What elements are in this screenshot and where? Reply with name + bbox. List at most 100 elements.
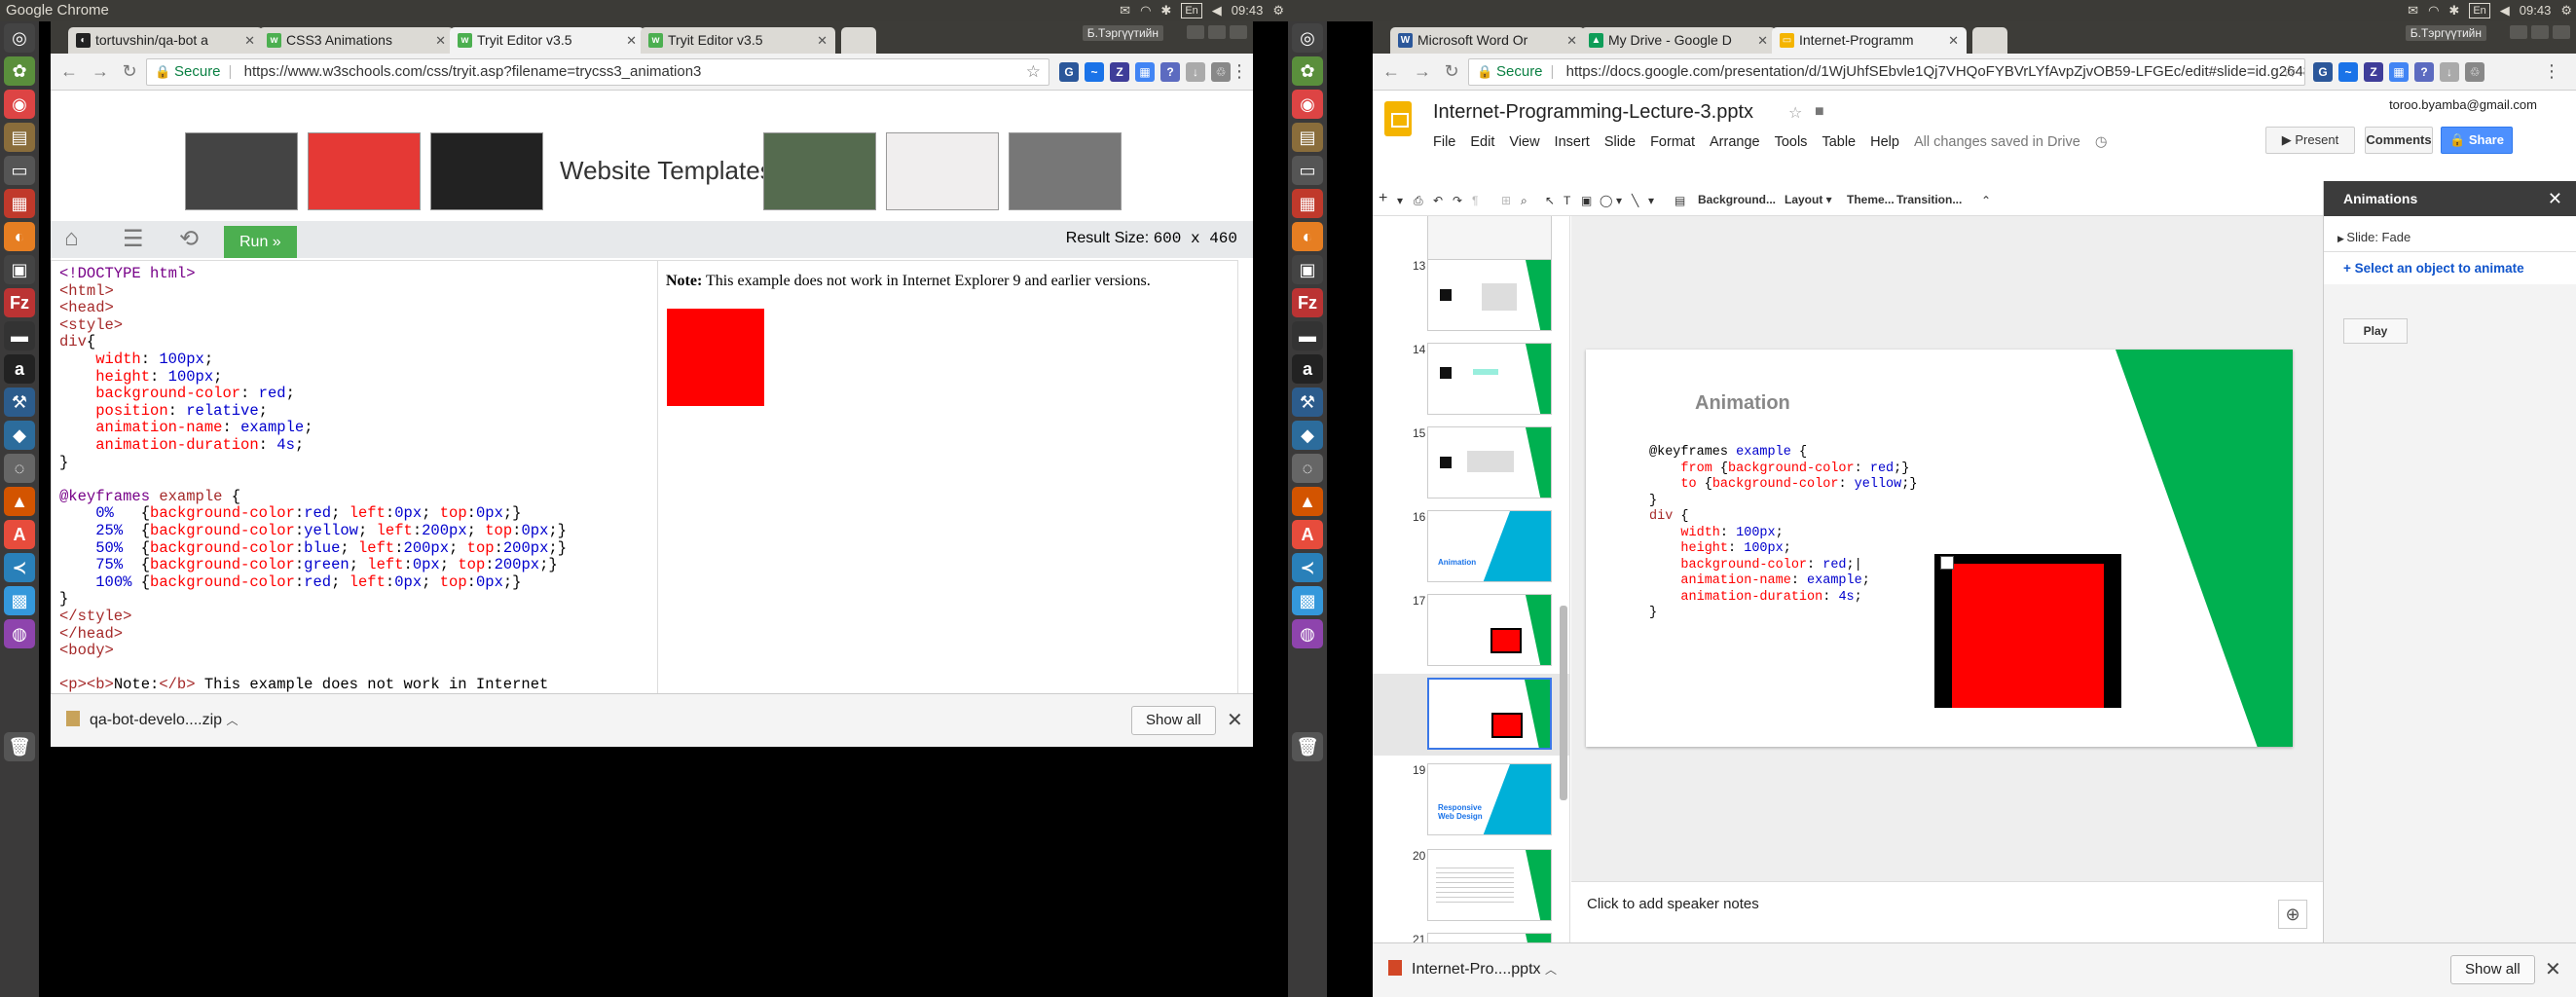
- close-icon[interactable]: ✕: [244, 27, 255, 54]
- show-all-button[interactable]: Show all: [1131, 706, 1216, 735]
- undo-icon[interactable]: ↶: [1433, 194, 1443, 207]
- console-icon[interactable]: ▬: [4, 321, 35, 351]
- user-profile-chip[interactable]: Б.Тэргүүтийн: [2405, 25, 2486, 41]
- code-editor[interactable]: <!DOCTYPE html> <html> <head> <style> div{ w…: [51, 260, 681, 710]
- code-line[interactable]: 25% {background-color:yellow; left:200px…: [59, 522, 567, 539]
- menu-slide[interactable]: Slide: [1604, 134, 1636, 150]
- close-icon[interactable]: ✕: [626, 27, 637, 54]
- trash-icon[interactable]: 🗑: [1292, 732, 1323, 761]
- slide-thumbnail-20[interactable]: [1427, 849, 1552, 921]
- text-box-icon[interactable]: T: [1564, 194, 1570, 207]
- mail-icon[interactable]: ✉: [2408, 0, 2418, 21]
- code-line[interactable]: }: [1649, 606, 1657, 620]
- gray-app-icon[interactable]: ◌: [4, 454, 35, 483]
- video-control-icon[interactable]: [1940, 556, 1954, 570]
- help-extension-icon[interactable]: ?: [1160, 62, 1180, 82]
- settings-gear-icon[interactable]: ⚙: [1272, 0, 1284, 21]
- redo-icon[interactable]: ↷: [1453, 194, 1462, 207]
- code-line[interactable]: animation-name: example;: [1649, 573, 1869, 588]
- minimize-button[interactable]: [1187, 25, 1204, 39]
- share-button[interactable]: 🔒 Share: [2441, 127, 2513, 154]
- code-line[interactable]: width: 100px;: [1649, 526, 1783, 540]
- address-bar[interactable]: 🔒 Secure | https://docs.google.com/presen…: [1468, 58, 2305, 86]
- template-thumbnail[interactable]: [763, 132, 876, 210]
- editor-icon[interactable]: ◆: [4, 421, 35, 450]
- firefox-icon[interactable]: ◐: [1292, 222, 1323, 251]
- theme-button[interactable]: Theme...: [1847, 193, 1895, 206]
- code-line[interactable]: animation-name: example;: [59, 419, 313, 436]
- select-object-link[interactable]: + Select an object to animate: [2343, 261, 2524, 276]
- minimize-button[interactable]: [2510, 25, 2527, 39]
- present-button[interactable]: ▶ Present: [2265, 127, 2355, 154]
- amazon-icon[interactable]: a: [1292, 354, 1323, 384]
- code-line[interactable]: div{: [59, 333, 95, 351]
- menu-edit[interactable]: Edit: [1470, 134, 1494, 150]
- current-slide-canvas[interactable]: Animation @keyframes example { from {bac…: [1586, 350, 2293, 747]
- code-line[interactable]: <p><b>Note:</b> This example does not wo…: [59, 676, 548, 693]
- code-line[interactable]: <body>: [59, 642, 114, 659]
- google-slides-logo-icon[interactable]: [1384, 101, 1412, 136]
- download-item[interactable]: qa-bot-develo....zip ︿: [66, 710, 239, 731]
- close-icon[interactable]: ✕: [817, 27, 828, 54]
- template-thumbnail[interactable]: [886, 132, 999, 210]
- chrome-menu-icon[interactable]: ⋮: [2541, 61, 2562, 82]
- explore-add-icon[interactable]: ⊕: [2278, 900, 2307, 929]
- monitor-icon[interactable]: ▭: [4, 156, 35, 185]
- back-arrow-icon[interactable]: ←: [1380, 61, 1402, 82]
- android-icon[interactable]: ✿: [4, 56, 35, 86]
- code-line[interactable]: }: [59, 454, 68, 471]
- maximize-button[interactable]: [1208, 25, 1226, 39]
- chrome-icon[interactable]: ◉: [1292, 90, 1323, 119]
- user-profile-chip[interactable]: Б.Тэргүүтийн: [1082, 25, 1163, 41]
- play-button[interactable]: Play: [2343, 318, 2408, 344]
- close-icon[interactable]: ✕: [1757, 27, 1768, 54]
- menu-arrange[interactable]: Arrange: [1710, 134, 1760, 150]
- translate-extension-icon[interactable]: G: [1059, 62, 1079, 82]
- filezilla-icon[interactable]: Fz: [4, 288, 35, 317]
- slide-thumbnail-13[interactable]: [1427, 259, 1552, 331]
- vlc-icon[interactable]: ▲: [4, 487, 35, 516]
- dash-icon[interactable]: ◎: [1292, 23, 1323, 53]
- new-slide-icon[interactable]: +: [1379, 190, 1387, 207]
- tab-internet-programming-active[interactable]: ▭ Internet-Programm ✕: [1772, 27, 1967, 54]
- wave-extension-icon[interactable]: ~: [1085, 62, 1104, 82]
- close-icon[interactable]: ✕: [1566, 27, 1577, 54]
- paint-format-icon[interactable]: ¶: [1472, 194, 1478, 207]
- code-line[interactable]: @keyframes example {: [1649, 445, 1807, 460]
- rotate-icon[interactable]: ⟲: [179, 225, 199, 253]
- calendar-extension-icon[interactable]: ▦: [1135, 62, 1155, 82]
- calendar-icon[interactable]: ▦: [1292, 189, 1323, 218]
- blue-app-icon[interactable]: ▩: [1292, 586, 1323, 615]
- template-thumbnail[interactable]: [308, 132, 421, 210]
- menu-view[interactable]: View: [1509, 134, 1539, 150]
- code-line[interactable]: @keyframes example {: [59, 488, 240, 505]
- menu-help[interactable]: Help: [1870, 134, 1899, 150]
- bookmark-star-icon[interactable]: ☆: [1026, 59, 1041, 85]
- slide-filmstrip[interactable]: 13 14 15 16 Animation 17 18 19 Responsiv…: [1373, 216, 1570, 964]
- website-templates-label[interactable]: Website Templates: [560, 156, 773, 186]
- filezilla-icon[interactable]: Fz: [1292, 288, 1323, 317]
- run-button[interactable]: Run »: [224, 226, 297, 258]
- template-thumbnail[interactable]: [430, 132, 543, 210]
- close-window-button[interactable]: [1230, 25, 1247, 39]
- chevron-up-icon[interactable]: ︿: [1545, 963, 1557, 977]
- vscode-icon[interactable]: ≺: [4, 553, 35, 582]
- tab-tryit-editor[interactable]: w Tryit Editor v3.5 ✕: [641, 27, 835, 54]
- code-line[interactable]: background-color: red;|: [1649, 558, 1861, 572]
- home-icon[interactable]: ⌂: [64, 225, 79, 252]
- gray-app-icon[interactable]: ◌: [1292, 454, 1323, 483]
- print-icon[interactable]: ⎙: [1414, 194, 1423, 208]
- purple-app-icon[interactable]: ◍: [1292, 619, 1323, 648]
- dash-icon[interactable]: ◎: [4, 23, 35, 53]
- download-extension-icon[interactable]: ↓: [1186, 62, 1205, 82]
- code-line[interactable]: from {background-color: red;}: [1649, 462, 1909, 476]
- new-tab-button[interactable]: [841, 27, 876, 54]
- slide-thumbnail-16[interactable]: Animation: [1427, 510, 1552, 582]
- background-button[interactable]: Background...: [1698, 193, 1776, 206]
- menu-table[interactable]: Table: [1822, 134, 1856, 150]
- software-center-icon[interactable]: A: [1292, 520, 1323, 549]
- close-icon[interactable]: ✕: [2548, 181, 2562, 216]
- slide-thumbnail-19[interactable]: Responsive Web Design: [1427, 763, 1552, 835]
- back-arrow-icon[interactable]: ←: [58, 61, 80, 82]
- comments-button[interactable]: Comments: [2365, 127, 2433, 154]
